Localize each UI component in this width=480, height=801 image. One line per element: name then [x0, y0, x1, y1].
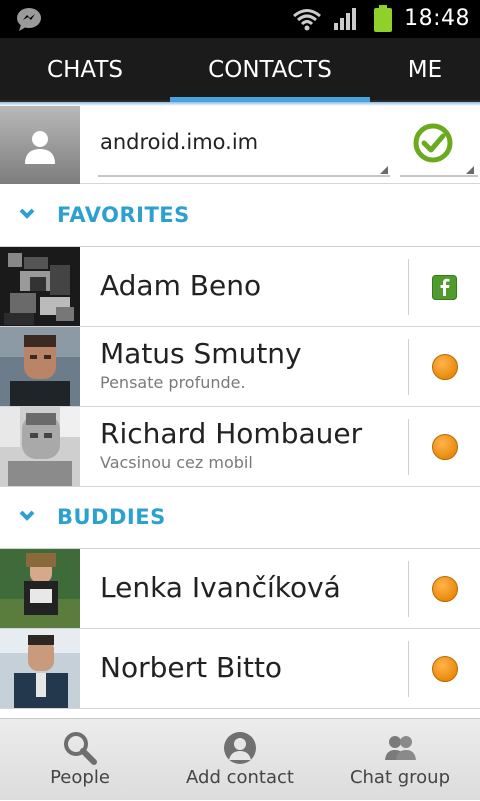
contact-status-text: Vacsinou cez mobil [100, 453, 253, 472]
status-bar: 18:48 [0, 0, 480, 38]
contact-name: Matus Smutny [100, 337, 302, 370]
section-buddies-title: BUDDIES [57, 505, 166, 529]
row-divider [408, 561, 409, 617]
tab-bar: CHATS CONTACTS ME [0, 38, 480, 102]
account-name[interactable]: android.imo.im [100, 130, 258, 154]
row-divider [408, 339, 409, 395]
search-icon [64, 732, 97, 765]
contact-row[interactable]: Adam Beno [0, 247, 480, 327]
tab-chats-label: CHATS [47, 57, 123, 83]
contact-row[interactable]: Lenka Ivančíková [0, 549, 480, 629]
status-dropdown-underline [400, 175, 478, 177]
clock: 18:48 [404, 6, 470, 31]
account-row[interactable]: android.imo.im [0, 106, 480, 184]
contact-name: Richard Hombauer [100, 417, 363, 450]
signal-icon [334, 8, 356, 30]
contact-photo [0, 247, 80, 326]
chevron-down-icon [19, 208, 35, 219]
contact-photo [0, 407, 80, 486]
section-favorites[interactable]: FAVORITES [0, 185, 480, 247]
account-dropdown-underline [98, 175, 390, 177]
account-avatar[interactable] [0, 106, 80, 184]
contact-status-text: Pensate profunde. [100, 373, 246, 392]
facebook-icon [432, 275, 457, 300]
messenger-icon [17, 8, 41, 31]
chevron-down-icon [19, 510, 35, 521]
away-status-icon [432, 434, 458, 460]
status-dropdown-arrow-icon[interactable] [466, 166, 474, 174]
contact-row[interactable]: Matus Smutny Pensate profunde. [0, 327, 480, 407]
add-contact-button[interactable]: Add contact [170, 719, 310, 801]
online-status-icon[interactable] [412, 122, 454, 164]
row-divider [408, 641, 409, 697]
contact-photo [0, 327, 80, 406]
chat-group-label: Chat group [349, 767, 451, 788]
row-divider [408, 419, 409, 475]
tab-chats[interactable]: CHATS [0, 38, 170, 102]
chat-group-button[interactable]: Chat group [340, 719, 460, 801]
group-icon [385, 736, 416, 760]
wifi-icon [293, 9, 321, 31]
people-button[interactable]: People [20, 719, 140, 801]
bottom-action-bar: People Add contact Chat group [0, 718, 480, 800]
contact-photo [0, 629, 80, 708]
tab-me-label: ME [407, 57, 443, 83]
contact-photo [0, 549, 80, 628]
people-label: People [50, 767, 110, 788]
account-dropdown-arrow-icon[interactable] [380, 166, 388, 174]
section-favorites-title: FAVORITES [57, 203, 190, 227]
default-avatar-icon [25, 131, 55, 164]
battery-icon [374, 5, 392, 32]
tab-contacts[interactable]: CONTACTS [170, 38, 370, 102]
section-buddies[interactable]: BUDDIES [0, 487, 480, 549]
row-divider [408, 259, 409, 315]
contact-name: Adam Beno [100, 269, 262, 302]
away-status-icon [432, 354, 458, 380]
tab-me[interactable]: ME [370, 38, 480, 102]
contact-row[interactable]: Richard Hombauer Vacsinou cez mobil [0, 407, 480, 487]
away-status-icon [432, 576, 458, 602]
contact-name: Norbert Bitto [100, 651, 283, 684]
tab-contacts-label: CONTACTS [208, 57, 332, 83]
contact-row[interactable]: Norbert Bitto [0, 629, 480, 709]
add-contact-icon [224, 732, 256, 764]
away-status-icon [432, 656, 458, 682]
contact-name: Lenka Ivančíková [100, 571, 341, 604]
add-contact-label: Add contact [186, 767, 294, 788]
